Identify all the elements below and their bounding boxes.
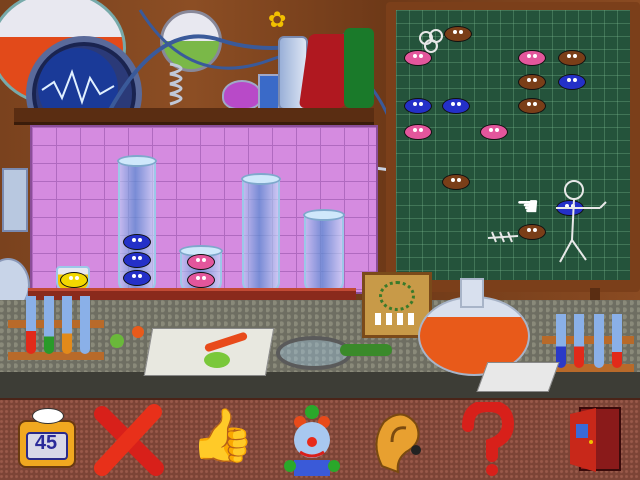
map-paper[interactable] [476, 362, 560, 392]
green-bean-toy[interactable] [204, 352, 230, 368]
green-ball[interactable] [110, 334, 124, 348]
orange-ball[interactable] [132, 326, 144, 338]
tally-marks [375, 313, 419, 325]
help-button[interactable] [452, 399, 524, 476]
thumbs-up-icon: 👍 [190, 406, 255, 466]
blue-jar[interactable] [258, 74, 280, 110]
ear-icon [375, 413, 421, 474]
clown-icon [284, 405, 340, 476]
exit-button[interactable] [560, 402, 632, 476]
ear-button[interactable] [362, 402, 434, 476]
thumbs-up-button[interactable]: 👍 [184, 402, 256, 476]
flask-neck [460, 278, 484, 308]
chalk-doodles [419, 29, 607, 263]
counter-value: 45 [34, 432, 58, 454]
counter-character-button[interactable]: 45 [6, 402, 78, 476]
exit-door-icon [570, 407, 621, 472]
pointing-glove-icon: ☚ [516, 192, 540, 222]
erase-x-button[interactable] [92, 402, 164, 476]
game-scene: ✿ ☚ 45 👍 [0, 0, 640, 480]
counter-eyes [32, 408, 64, 424]
books[interactable] [298, 28, 378, 108]
flower-icon: ✿ [268, 8, 287, 33]
clown-button[interactable] [276, 402, 348, 476]
upper-shelf [14, 108, 374, 125]
purple-flask[interactable] [222, 80, 262, 110]
question-mark-icon [462, 399, 515, 476]
test-tube-rack-left[interactable] [8, 296, 104, 368]
magnifier-handle [340, 344, 392, 356]
tile-wall [30, 125, 378, 294]
paper-sheet[interactable] [143, 328, 275, 376]
red-x-icon [94, 404, 164, 476]
laurel-icon [379, 281, 415, 311]
drip-tube[interactable] [2, 168, 28, 232]
